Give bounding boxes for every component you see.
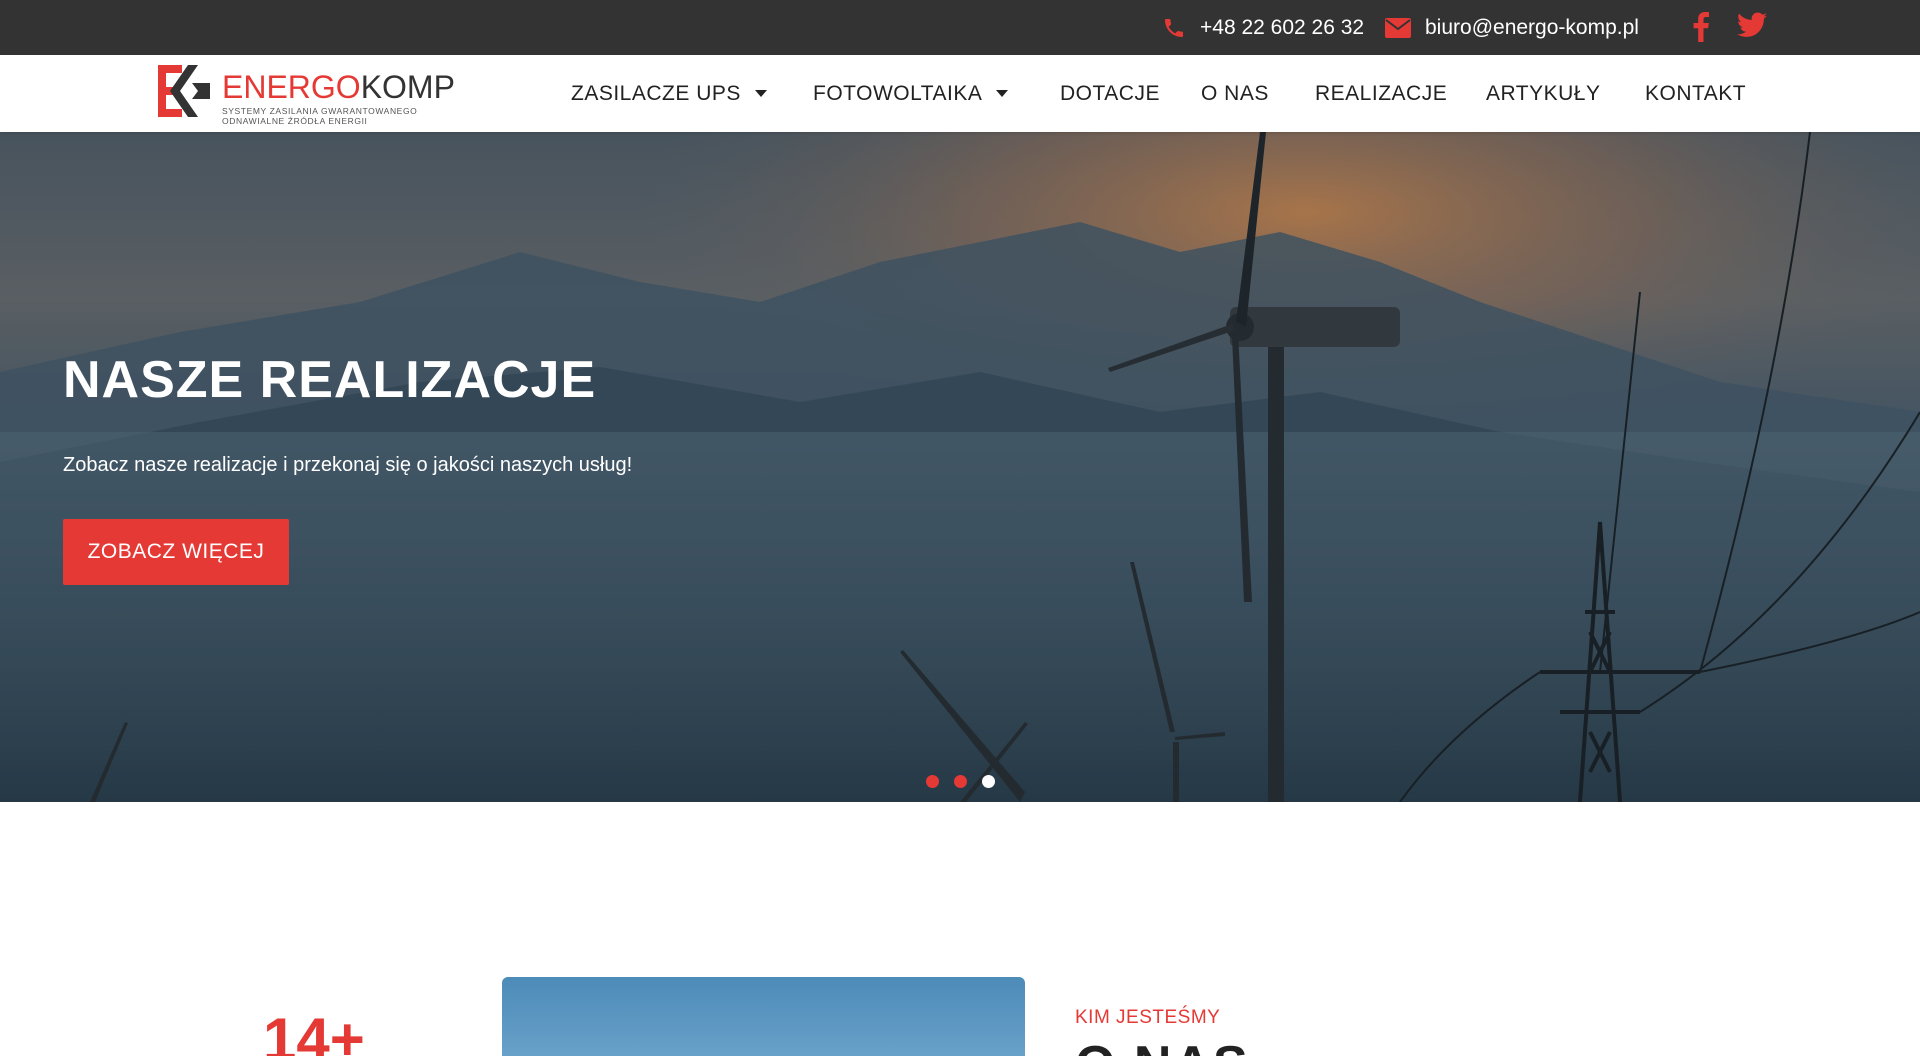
about-kicker: KIM JESTEŚMY	[1075, 1007, 1221, 1028]
slider-dot-2[interactable]	[954, 775, 967, 788]
hero-subtitle: Zobacz nasze realizacje i przekonaj się …	[63, 454, 633, 476]
facebook-icon	[1693, 12, 1709, 42]
nav-item-label: FOTOWOLTAIKA	[813, 81, 983, 105]
slider-dot-3-active[interactable]	[982, 775, 995, 788]
logo-mark-icon	[158, 65, 210, 117]
email-link[interactable]: biuro@energo-komp.pl	[1385, 0, 1639, 55]
nav-item-label: DOTACJE	[1060, 81, 1160, 105]
nav-item-label: ZASILACZE UPS	[571, 81, 741, 105]
logo[interactable]: ENERGOKOMP SYSTEMY ZASILANIA GWARANTOWAN…	[158, 65, 455, 126]
nav-item-label: REALIZACJE	[1315, 81, 1448, 105]
hero-slider: NASZE REALIZACJE Zobacz nasze realizacje…	[0, 132, 1920, 802]
twitter-link[interactable]	[1737, 12, 1767, 38]
hero-title: NASZE REALIZACJE	[63, 351, 597, 409]
see-more-button[interactable]: ZOBACZ WIĘCEJ	[63, 519, 289, 585]
nav-item-realizacje[interactable]: REALIZACJE	[1315, 55, 1447, 132]
facebook-link[interactable]	[1693, 12, 1709, 42]
caret-down-icon	[754, 90, 767, 97]
phone-icon	[1165, 18, 1183, 37]
envelope-icon	[1385, 17, 1411, 38]
nav-item-fotowoltaika[interactable]: FOTOWOLTAIKA	[813, 55, 1009, 132]
logo-brand-part1: ENERGO	[222, 69, 361, 105]
twitter-icon	[1737, 12, 1767, 37]
email-address: biuro@energo-komp.pl	[1425, 15, 1639, 39]
nav-item-kontakt[interactable]: KONTAKT	[1645, 55, 1746, 132]
logo-tagline-1: SYSTEMY ZASILANIA GWARANTOWANEGO	[222, 106, 418, 116]
phone-number: +48 22 602 26 32	[1200, 15, 1365, 39]
nav-item-o-nas[interactable]: O NAS	[1201, 55, 1269, 132]
top-bar: +48 22 602 26 32 biuro@energo-komp.pl	[0, 0, 1920, 55]
logo-tagline-2: ODNAWIALNE ŹRÓDŁA ENERGII	[222, 116, 368, 126]
main-navigation: ENERGOKOMP SYSTEMY ZASILANIA GWARANTOWAN…	[0, 55, 1920, 132]
nav-item-label: O NAS	[1201, 81, 1269, 105]
logo-brand-part2: KOMP	[360, 69, 455, 105]
phone-link[interactable]: +48 22 602 26 32	[1162, 0, 1364, 55]
about-heading: O NAS	[1075, 1035, 1250, 1056]
nav-item-zasilacze-ups[interactable]: ZASILACZE UPS	[571, 55, 767, 132]
nav-item-dotacje[interactable]: DOTACJE	[1060, 55, 1160, 132]
nav-item-label: ARTYKUŁY	[1486, 81, 1601, 105]
logo-wordmark: ENERGOKOMP	[222, 71, 455, 103]
slider-dot-1[interactable]	[926, 775, 939, 788]
caret-down-icon	[996, 90, 1009, 97]
about-image	[502, 977, 1025, 1056]
years-stat: 14+	[263, 1006, 365, 1056]
nav-item-artykuly[interactable]: ARTYKUŁY	[1486, 55, 1601, 132]
slider-pagination	[926, 775, 995, 788]
nav-item-label: KONTAKT	[1645, 81, 1747, 105]
